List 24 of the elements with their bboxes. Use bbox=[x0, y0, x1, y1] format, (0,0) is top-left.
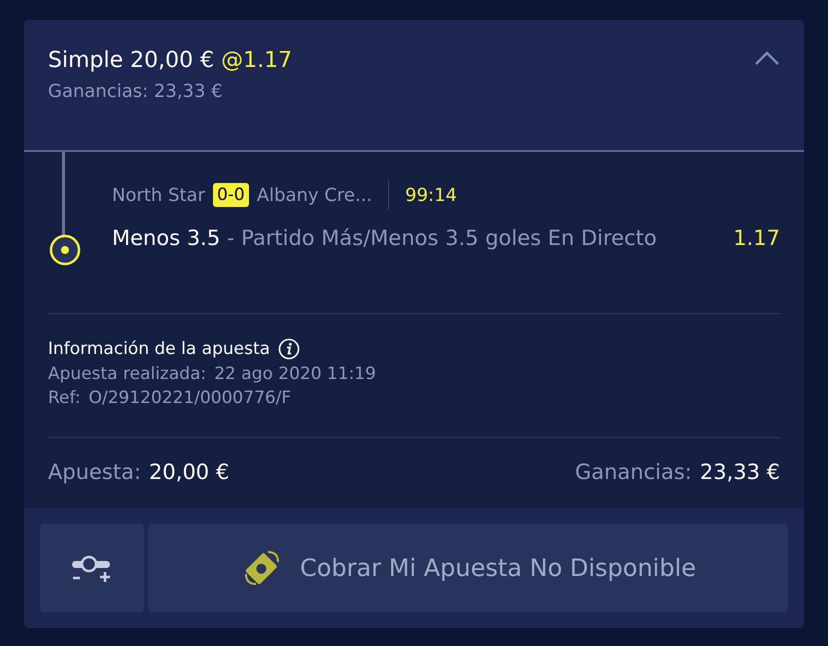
info-icon[interactable] bbox=[278, 338, 300, 360]
returns-label: Ganancias: bbox=[574, 460, 692, 484]
reference-label: Ref: bbox=[48, 388, 81, 408]
section-title: Información de la apuesta bbox=[48, 339, 270, 359]
match-clock: 99:14 bbox=[405, 184, 458, 206]
placed-date: 22 ago 2020 11:19 bbox=[214, 364, 376, 384]
stake-amount: 20,00 € bbox=[130, 48, 214, 73]
team-name: Albany Cre... bbox=[256, 184, 372, 206]
stake-label: Apuesta: bbox=[48, 460, 142, 484]
team-name: North Star bbox=[112, 184, 205, 206]
market-name: - Partido Más/Menos 3.5 goles En Directo bbox=[226, 226, 657, 250]
edit-bet-button[interactable] bbox=[40, 524, 144, 612]
selection-name: Menos 3.5 bbox=[112, 226, 220, 250]
odds: @1.17 bbox=[221, 48, 292, 73]
reference-number: O/29120221/0000776/F bbox=[88, 388, 292, 408]
collapse-icon[interactable] bbox=[754, 50, 780, 66]
returns-amount: 23,33 € bbox=[700, 460, 780, 484]
selection-odds: 1.17 bbox=[732, 225, 780, 252]
placed-label: Apuesta realizada: bbox=[48, 364, 206, 384]
potential-returns: Ganancias: 23,33 € bbox=[48, 81, 223, 102]
bet-type: Simple bbox=[48, 48, 124, 73]
stake-amount: 20,00 € bbox=[149, 460, 230, 484]
selection-marker-icon bbox=[49, 234, 81, 266]
score-badge: 0-0 bbox=[212, 183, 249, 207]
